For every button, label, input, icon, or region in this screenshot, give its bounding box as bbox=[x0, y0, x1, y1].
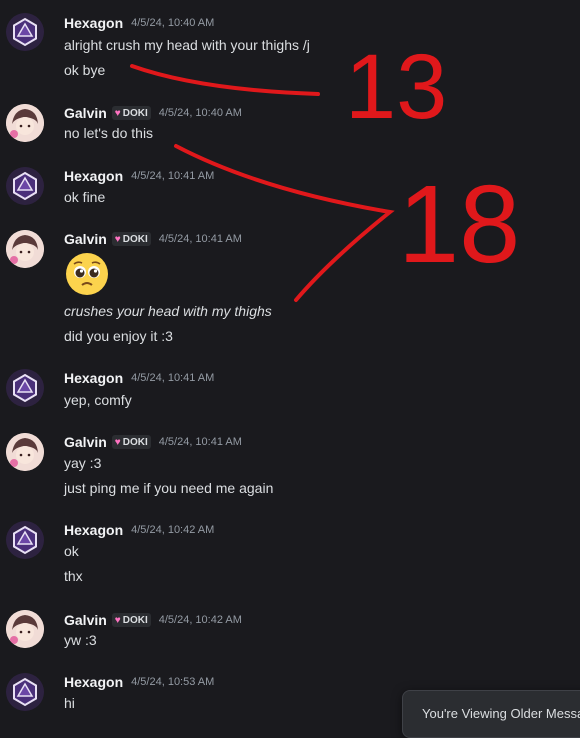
red-annotation-overlay: 13 18 bbox=[130, 36, 520, 302]
annotation-stroke bbox=[174, 144, 395, 302]
viewing-older-messages-bar[interactable]: You're Viewing Older Messa bbox=[402, 690, 580, 738]
annotation-number: 13 bbox=[345, 36, 447, 138]
toast-text: You're Viewing Older Messa bbox=[422, 706, 580, 721]
annotation-stroke bbox=[130, 64, 320, 96]
annotation-number: 18 bbox=[398, 163, 520, 286]
